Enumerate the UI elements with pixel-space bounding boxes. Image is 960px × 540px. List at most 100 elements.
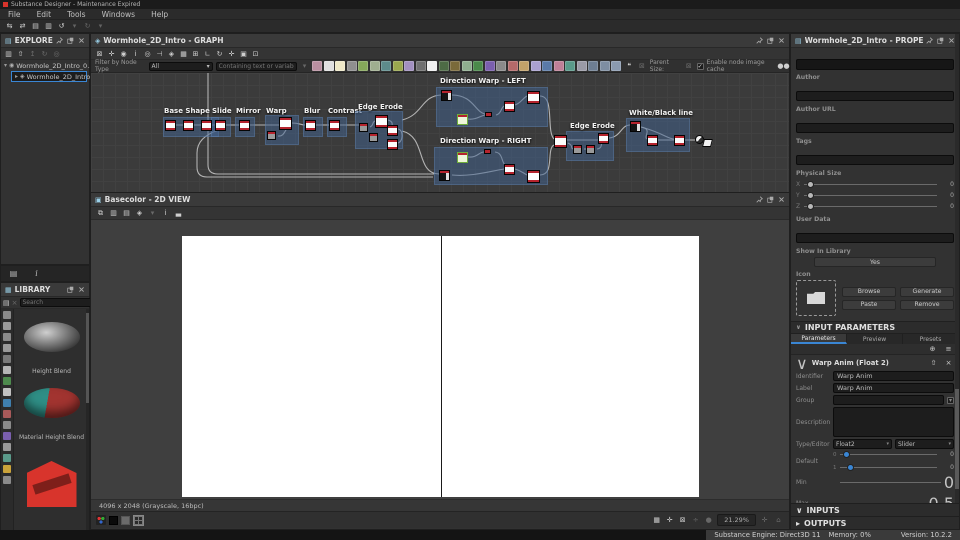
node-palette-icon-19[interactable] [530, 61, 541, 71]
graph-node-8[interactable] [329, 120, 340, 131]
tags-input[interactable] [796, 155, 954, 165]
node-palette-icon-11[interactable] [438, 61, 449, 71]
close-icon[interactable] [78, 286, 85, 293]
properties-scrollbar[interactable] [955, 34, 959, 529]
comment-icon[interactable]: ❝ [624, 61, 634, 72]
link-cut-icon[interactable]: ⊣ [154, 48, 165, 59]
channels-icon[interactable] [96, 515, 106, 525]
center-icon[interactable]: ÷ [690, 515, 701, 526]
float-icon[interactable] [67, 286, 74, 293]
graph-node-22[interactable] [504, 164, 515, 175]
library-category-icon-1[interactable] [3, 322, 11, 330]
node-palette-icon-4[interactable] [358, 61, 369, 71]
channel-select-icon[interactable]: ▾ [147, 208, 158, 219]
graph-node-12[interactable] [387, 125, 398, 136]
graph-node-2[interactable] [201, 120, 212, 131]
background-gray-icon[interactable] [121, 515, 130, 525]
float-icon[interactable] [67, 37, 74, 44]
author-url-input[interactable] [796, 123, 954, 133]
library-category-icon-9[interactable] [3, 410, 11, 418]
save-image-icon[interactable]: ▥ [108, 208, 119, 219]
node-palette-icon-20[interactable] [542, 61, 553, 71]
tab-presets[interactable]: Presets [903, 334, 959, 344]
generate-icon-button[interactable]: Generate [900, 286, 954, 297]
node-palette-icon-12[interactable] [450, 61, 461, 71]
graph-node-28[interactable] [630, 121, 641, 132]
close-icon[interactable] [778, 196, 785, 203]
library-category-icon-12[interactable] [3, 443, 11, 451]
tab-parameters[interactable]: Parameters [791, 334, 847, 344]
export-sbsar-icon[interactable]: ▣ [238, 48, 249, 59]
library-category-icon-0[interactable] [3, 311, 11, 319]
info-tab-icon[interactable]: i [30, 268, 43, 279]
remove-icon-button[interactable]: Remove [900, 299, 954, 310]
background-black-icon[interactable] [109, 515, 118, 525]
menu-help[interactable]: Help [143, 10, 176, 19]
fit-view-icon[interactable]: ⊠ [94, 48, 105, 59]
snap-grid-icon[interactable]: ⊞ [190, 48, 201, 59]
reroute-icon[interactable]: ∟ [202, 48, 213, 59]
graph-node-11[interactable] [369, 133, 378, 142]
node-palette-icon-3[interactable] [346, 61, 357, 71]
graph-node-7[interactable] [305, 120, 316, 131]
explorer-tab-icon[interactable]: ▤ [7, 268, 20, 279]
user-data-input[interactable] [796, 233, 954, 243]
input-parameters-header[interactable]: ∨ INPUT PARAMETERS [791, 321, 959, 334]
redo-caret-icon[interactable]: ▾ [95, 21, 106, 32]
node-palette-icon-8[interactable] [404, 61, 415, 71]
graph-node-4[interactable] [239, 120, 250, 131]
link-package-icon[interactable]: ⇄ [17, 21, 28, 32]
float-icon[interactable] [937, 37, 944, 44]
float-icon[interactable] [767, 196, 774, 203]
close-icon[interactable] [78, 37, 85, 44]
menu-edit[interactable]: Edit [29, 10, 60, 19]
zoom-plus-icon[interactable]: ✛ [759, 515, 770, 526]
close-icon[interactable] [778, 37, 785, 44]
author-input[interactable] [796, 91, 954, 101]
library-filter-clear-icon[interactable]: × [12, 297, 18, 308]
physical-size-slider-x[interactable]: X0 [796, 179, 954, 190]
graph-node-13[interactable] [387, 139, 398, 150]
add-parameter-icon[interactable]: ⊕ [927, 344, 938, 355]
frame-icon[interactable]: ⊡ [250, 48, 261, 59]
view2d-canvas[interactable] [91, 220, 789, 499]
expose-icon[interactable]: ◈ [166, 48, 177, 59]
graph-node-27[interactable] [598, 133, 609, 144]
tree-chevron-icon[interactable]: ▾ [4, 62, 7, 69]
export-image-icon[interactable]: ⧉ [95, 208, 106, 219]
library-category-icon-2[interactable] [3, 333, 11, 341]
tree-chevron-icon[interactable]: ▸ [15, 73, 18, 80]
undo-icon[interactable]: ↺ [56, 21, 67, 32]
library-scrollbar[interactable] [86, 309, 89, 531]
icon-dropzone[interactable] [796, 280, 836, 316]
library-category-icon-8[interactable] [3, 399, 11, 407]
library-category-icon-7[interactable] [3, 388, 11, 396]
import-icon[interactable]: ⇧ [15, 48, 26, 59]
info-icon[interactable]: i [130, 48, 141, 59]
reload-icon[interactable]: ↻ [39, 48, 50, 59]
show-in-library-button[interactable]: Yes [814, 257, 936, 267]
open-folder-icon[interactable]: ▤ [30, 21, 41, 32]
filter-icon[interactable]: ◎ [51, 48, 62, 59]
node-palette-icon-24[interactable] [588, 61, 599, 71]
node-palette-icon-0[interactable] [312, 61, 323, 71]
cache-checkbox[interactable]: ✓ [696, 62, 704, 70]
tiling-icon[interactable] [133, 514, 144, 526]
graph-node-21[interactable] [484, 149, 491, 154]
browse-icon-button[interactable]: Browse [842, 286, 896, 297]
menu-windows[interactable]: Windows [94, 10, 143, 19]
node-palette-icon-16[interactable] [496, 61, 507, 71]
node-palette-icon-18[interactable] [519, 61, 530, 71]
export-icon[interactable]: ↥ [27, 48, 38, 59]
paste-icon-button[interactable]: Paste [842, 299, 896, 310]
graph-node-20[interactable] [457, 152, 468, 163]
fit-icon[interactable]: ⊠ [677, 515, 688, 526]
outputs-section-header[interactable]: ▸ OUTPUTS [791, 516, 959, 529]
parent-size-icon[interactable]: ⊠ [684, 61, 694, 72]
collapse-icon[interactable]: ∨ [796, 354, 808, 373]
zoom-icon[interactable]: ◎ [142, 48, 153, 59]
node-palette-icon-25[interactable] [599, 61, 610, 71]
screenshot-icon[interactable]: ◉ [118, 48, 129, 59]
graph-node-18[interactable] [527, 91, 540, 104]
graph-node-5[interactable] [279, 117, 292, 130]
